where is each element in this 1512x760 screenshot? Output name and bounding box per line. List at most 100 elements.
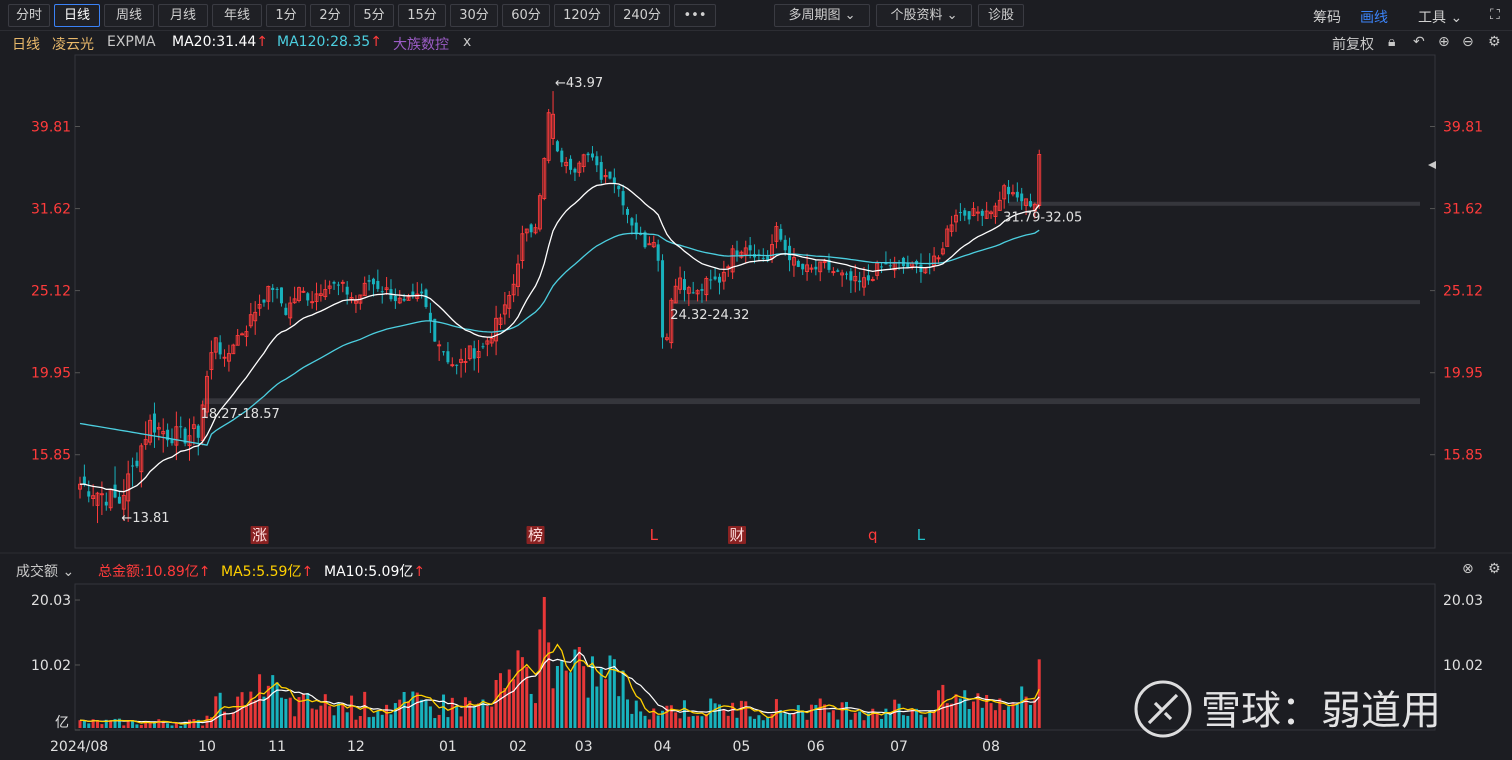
tab-1[interactable]: 日线	[54, 4, 100, 27]
candle-body	[695, 290, 700, 295]
volume-info-bar: 成交额 ⌄ 总金额:10.89亿↑ MA5:5.59亿↑ MA10:5.09亿↑…	[0, 558, 1512, 582]
volume-bar	[236, 696, 240, 728]
y-tick-label-left: 15.85	[31, 448, 71, 464]
volume-bar	[967, 709, 971, 728]
volume-type-selector[interactable]: 成交额 ⌄	[16, 561, 74, 581]
event-marker-box	[526, 526, 545, 544]
toolbar-dropdown-1[interactable]: 个股资料 ⌄	[876, 4, 972, 27]
stock-chart[interactable]: 39.81 39.81 31.62 31.62 25.12 25.12 19.95 19.95…	[0, 0, 1512, 760]
toolbar-link-draw[interactable]: 画线	[1360, 7, 1388, 27]
candle-body	[380, 291, 384, 293]
toolbar-link-tools[interactable]: 工具 ⌄	[1418, 7, 1462, 27]
peer-stock[interactable]: 大族数控	[393, 34, 449, 54]
volume-bar	[301, 693, 305, 728]
candle-body	[235, 335, 240, 346]
tab-4[interactable]: 年线	[212, 4, 262, 27]
volume-bar	[1020, 686, 1024, 728]
candle-body	[358, 294, 363, 304]
candle-body	[603, 175, 608, 178]
toolbar-link-chips[interactable]: 筹码	[1313, 7, 1341, 27]
candle-body	[253, 311, 258, 322]
high-annotation: ←43.97	[555, 76, 603, 91]
candle-body	[161, 431, 166, 435]
volume-panel-frame	[74, 583, 1436, 731]
volume-bar	[932, 711, 936, 728]
candle-body	[529, 224, 533, 233]
event-marker: 涨	[252, 526, 267, 544]
volume-bar	[192, 719, 196, 728]
candle-body	[104, 501, 108, 506]
x-axis-label: 06	[807, 739, 825, 755]
candle-body	[713, 276, 717, 280]
undo-icon[interactable]: ↶	[1413, 34, 1425, 50]
candle-body	[196, 425, 200, 438]
adjust-selector[interactable]: 前复权	[1332, 34, 1374, 54]
indicator-name[interactable]: EXPMA	[107, 34, 156, 50]
volume-bar	[310, 708, 314, 728]
volume-bar	[700, 716, 704, 728]
tab-3[interactable]: 月线	[158, 4, 208, 27]
candle-body	[1010, 192, 1015, 195]
volume-bar	[78, 720, 82, 728]
volume-bar	[788, 713, 792, 728]
volume-bar	[608, 655, 612, 728]
price-panel-frame	[74, 54, 1436, 549]
volume-bar	[595, 686, 599, 728]
lock-icon[interactable]: 🔒︎	[1388, 34, 1395, 50]
candle-body	[455, 364, 459, 366]
candle-body	[314, 293, 319, 302]
volume-bar	[201, 725, 205, 728]
volume-bar	[897, 703, 901, 728]
fullscreen-icon[interactable]: ⛶	[1490, 7, 1500, 23]
volume-bar	[455, 705, 459, 728]
stock-name[interactable]: 凌云光	[52, 34, 94, 54]
tab-7[interactable]: 5分	[354, 4, 394, 27]
toolbar-dropdown-2[interactable]: 诊股	[978, 4, 1024, 27]
peer-close-button[interactable]: x	[463, 34, 471, 50]
tab-12[interactable]: 240分	[614, 4, 670, 27]
x-axis-label: 01	[439, 739, 457, 755]
candle-body	[78, 483, 82, 490]
tab-6[interactable]: 2分	[310, 4, 350, 27]
watermark-text: 雪球：弱道用	[1201, 688, 1441, 734]
candle-body	[191, 424, 196, 430]
candle-body	[537, 195, 542, 230]
tab-8[interactable]: 15分	[398, 4, 446, 27]
tab-9[interactable]: 30分	[450, 4, 498, 27]
tab-11[interactable]: 120分	[554, 4, 610, 27]
volume-bar	[472, 706, 476, 728]
volume-bar	[634, 700, 638, 728]
candle-body	[393, 295, 397, 302]
volume-bar	[779, 710, 783, 728]
volume-bar	[542, 596, 546, 728]
settings-icon[interactable]: ⚙	[1488, 561, 1501, 577]
volume-bar	[358, 716, 362, 728]
candle-body	[928, 263, 932, 265]
candle-body	[345, 286, 349, 295]
volume-bar	[923, 717, 927, 728]
tab-0[interactable]: 分时	[8, 4, 50, 27]
candle-body	[507, 295, 512, 309]
volume-bar	[174, 722, 178, 728]
candle-body	[717, 276, 721, 283]
tab-10[interactable]: 60分	[502, 4, 550, 27]
zoom-in-icon[interactable]: ⊕	[1438, 34, 1450, 50]
volume-bar	[709, 698, 713, 728]
candle-body	[467, 345, 472, 360]
toolbar-dropdown-0[interactable]: 多周期图 ⌄	[774, 4, 870, 27]
volume-bar	[792, 713, 796, 728]
tab-2[interactable]: 周线	[104, 4, 154, 27]
volume-bar	[630, 713, 634, 728]
close-icon[interactable]: ⊗	[1462, 561, 1474, 577]
candle-body	[437, 344, 442, 347]
candle-body	[284, 307, 288, 315]
settings-icon[interactable]: ⚙	[1488, 34, 1501, 50]
tab-5[interactable]: 1分	[266, 4, 306, 27]
volume-bar	[582, 666, 586, 728]
volume-bar	[656, 715, 660, 728]
zoom-out-icon[interactable]: ⊖	[1462, 34, 1474, 50]
candle-body	[814, 266, 818, 270]
candle-body	[472, 348, 476, 359]
tab-13[interactable]: •••	[674, 4, 716, 27]
volume-bar	[380, 714, 384, 728]
